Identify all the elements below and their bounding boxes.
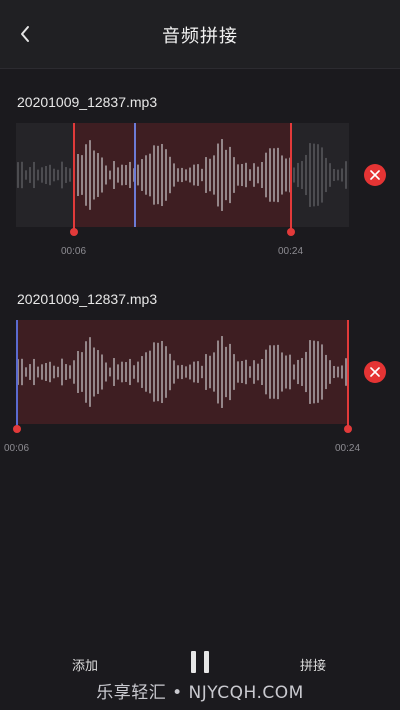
clip-2-end-marker[interactable] xyxy=(347,320,349,428)
close-icon xyxy=(370,367,380,377)
close-icon xyxy=(370,170,380,180)
clip-1-waveform-track[interactable] xyxy=(16,123,349,227)
clip-2-waveform xyxy=(17,336,347,408)
clip-2-start-marker[interactable] xyxy=(16,320,18,428)
page-title: 音频拼接 xyxy=(162,26,238,47)
clip-1-end-handle[interactable] xyxy=(287,228,295,236)
clip-1-waveform xyxy=(17,139,347,211)
add-button[interactable]: 添加 xyxy=(72,655,98,674)
clip-2-end-time: 00:24 xyxy=(335,443,361,454)
clip-1-end-time: 00:24 xyxy=(278,246,304,257)
clip-1-filename: 20201009_12837.mp3 xyxy=(17,94,158,110)
clip-1-start-time: 00:06 xyxy=(61,246,87,257)
watermark-text: 乐享轻汇 • NJYCQH.COM xyxy=(96,683,304,703)
clip-2-start-handle[interactable] xyxy=(13,425,21,433)
header-bar: 音频拼接 xyxy=(0,0,400,69)
audio-merge-screen: 音频拼接 20201009_12837.mp3 00:06 00:24 2020… xyxy=(0,0,400,710)
pause-button[interactable] xyxy=(186,648,214,676)
clip-1-start-marker[interactable] xyxy=(73,123,75,231)
clip-2-waveform-track[interactable] xyxy=(16,320,349,424)
clip-1-start-handle[interactable] xyxy=(70,228,78,236)
clip-2-filename: 20201009_12837.mp3 xyxy=(17,291,158,307)
clip-1-playhead[interactable] xyxy=(134,123,136,227)
clip-2-end-handle[interactable] xyxy=(344,425,352,433)
merge-button[interactable]: 拼接 xyxy=(300,655,326,674)
clip-2-start-time: 00:06 xyxy=(4,443,30,454)
clip-1-end-marker[interactable] xyxy=(290,123,292,231)
clip-2-remove-button[interactable] xyxy=(364,361,386,383)
clip-1-remove-button[interactable] xyxy=(364,164,386,186)
